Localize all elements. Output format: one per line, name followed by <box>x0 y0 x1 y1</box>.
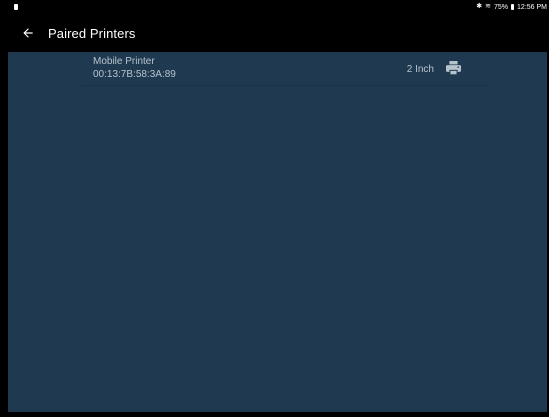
printer-list: Mobile Printer 00:13:7B:58:3A:89 2 Inch <box>8 52 547 412</box>
battery-icon <box>511 4 515 10</box>
status-bar: ✱ ≋ 75% 12:56 PM <box>8 0 549 14</box>
printer-size: 2 Inch <box>406 64 434 75</box>
status-icons: ✱ ≋ 75% 12:56 PM <box>476 3 547 11</box>
printer-icon <box>446 61 461 76</box>
wifi-icon: ≋ <box>485 3 492 10</box>
status-time: 12:56 PM <box>517 3 547 11</box>
toolbar: Paired Printers <box>8 14 549 52</box>
battery-percent: 75% <box>494 3 509 11</box>
printer-address: 00:13:7B:58:3A:89 <box>93 69 176 80</box>
bluetooth-icon: ✱ <box>476 3 483 10</box>
printer-list-item[interactable]: Mobile Printer 00:13:7B:58:3A:89 2 Inch <box>82 55 490 86</box>
printer-name: Mobile Printer <box>93 56 155 67</box>
device-screen: ✱ ≋ 75% 12:56 PM Paired Printers Mobile … <box>0 0 549 417</box>
sim-card-icon <box>14 4 18 10</box>
page-title: Paired Printers <box>48 25 136 41</box>
back-button[interactable] <box>14 19 42 47</box>
arrow-left-icon <box>23 28 33 38</box>
